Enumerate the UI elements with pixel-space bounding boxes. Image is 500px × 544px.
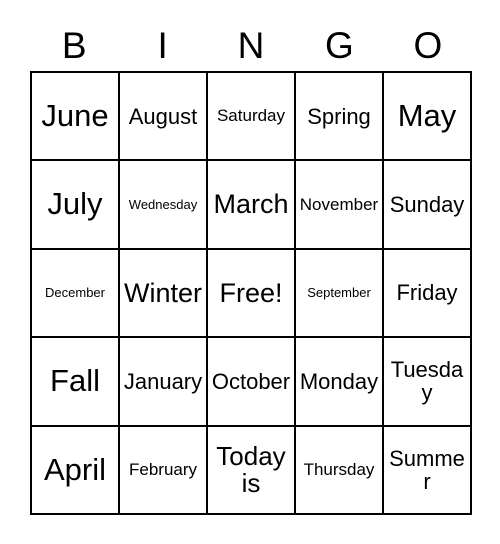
bingo-cell[interactable]: May bbox=[384, 73, 472, 162]
bingo-cell[interactable]: Winter bbox=[120, 249, 208, 339]
bingo-cell[interactable]: Saturday bbox=[208, 73, 296, 162]
bingo-cell[interactable]: December bbox=[32, 249, 120, 339]
header-letter-i: I bbox=[157, 24, 168, 66]
bingo-cell[interactable]: Monday bbox=[296, 338, 384, 427]
bingo-cell[interactable]: Sunday bbox=[384, 161, 472, 250]
bingo-cell[interactable]: Friday bbox=[384, 249, 472, 339]
bingo-row: December Winter Free! September Friday bbox=[32, 249, 472, 339]
header-letter-b: B bbox=[61, 24, 87, 66]
bingo-card: B I N G O June August Saturday Spring Ma… bbox=[0, 0, 500, 544]
bingo-cell[interactable]: November bbox=[296, 161, 384, 250]
bingo-cell[interactable]: April bbox=[32, 426, 120, 516]
header-letter-n: N bbox=[237, 24, 265, 66]
header-letter-g: G bbox=[325, 24, 354, 66]
bingo-cell[interactable]: October bbox=[208, 338, 296, 427]
bingo-cell[interactable]: Spring bbox=[296, 73, 384, 162]
bingo-cell-free-space[interactable]: Free! bbox=[208, 249, 296, 339]
bingo-cell[interactable]: June bbox=[32, 73, 120, 162]
bingo-cell[interactable]: Wednesday bbox=[120, 161, 208, 250]
bingo-cell[interactable]: Summer bbox=[384, 426, 472, 516]
bingo-cell[interactable]: Fall bbox=[32, 338, 120, 427]
header-letter-o: O bbox=[413, 24, 443, 66]
bingo-cell[interactable]: September bbox=[296, 249, 384, 339]
bingo-cell-today-is[interactable]: Today is bbox=[208, 426, 296, 516]
bingo-cell[interactable]: Tuesday bbox=[384, 338, 472, 427]
bingo-cell[interactable]: Thursday bbox=[296, 426, 384, 516]
bingo-cell[interactable]: January bbox=[120, 338, 208, 427]
bingo-cell[interactable]: February bbox=[120, 426, 208, 516]
bingo-row: Fall January October Monday Tuesday bbox=[32, 338, 472, 427]
bingo-grid: June August Saturday Spring May July Wed… bbox=[30, 71, 472, 516]
bingo-cell[interactable]: March bbox=[208, 161, 296, 250]
bingo-row: June August Saturday Spring May bbox=[32, 73, 472, 162]
bingo-cell[interactable]: August bbox=[120, 73, 208, 162]
bingo-row: April February Today is Thursday Summer bbox=[32, 426, 472, 516]
bingo-cell[interactable]: July bbox=[32, 161, 120, 250]
bingo-row: July Wednesday March November Sunday bbox=[32, 161, 472, 250]
bingo-header-row: B I N G O bbox=[30, 22, 472, 68]
